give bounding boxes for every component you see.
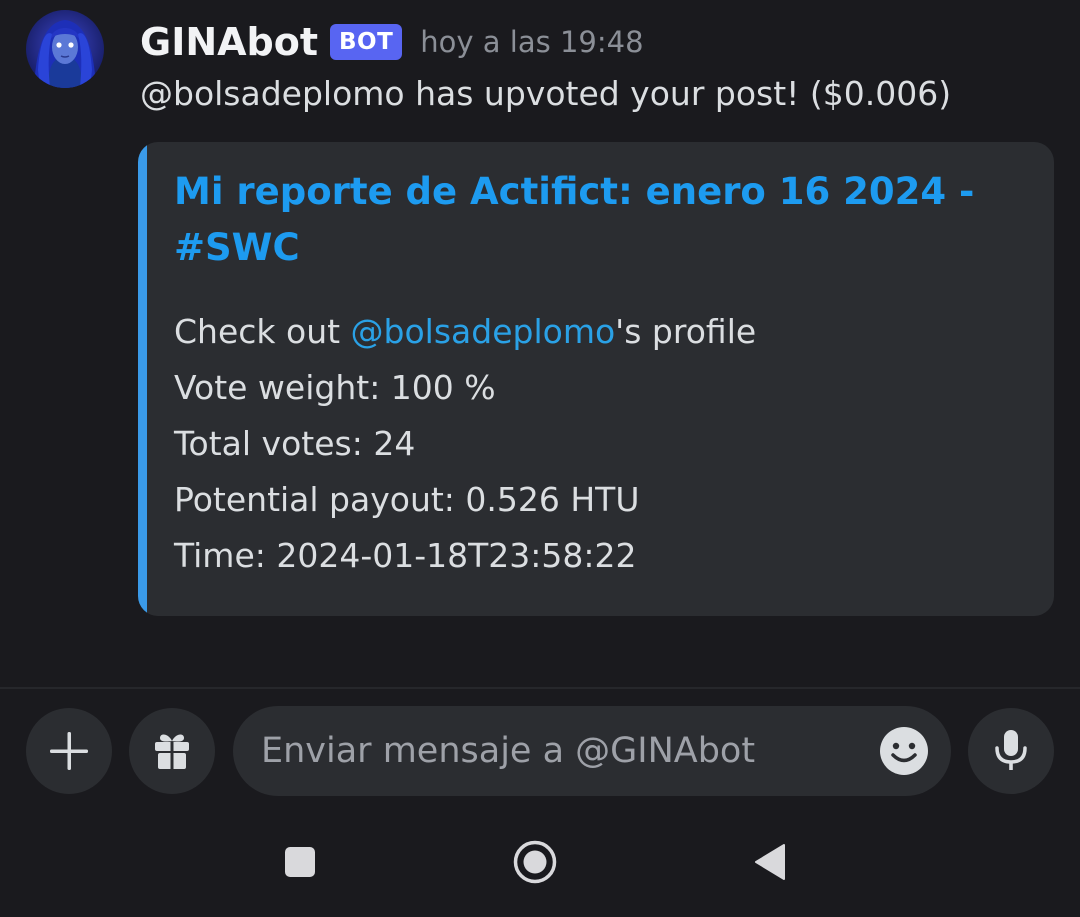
embed-total-votes: Total votes: 24 bbox=[174, 424, 416, 463]
author-name[interactable]: GINAbot bbox=[140, 20, 318, 64]
avatar-image bbox=[26, 10, 104, 88]
chat-screen: GINAbot BOT hoy a las 19:48 @bolsadeplom… bbox=[0, 0, 1080, 917]
bot-badge: BOT bbox=[330, 24, 403, 60]
back-triangle-icon bbox=[755, 844, 785, 880]
embed-accent-bar bbox=[138, 142, 147, 616]
embed-vote-weight: Vote weight: 100 % bbox=[174, 368, 496, 407]
message-text: @bolsadeplomo has upvoted your post! ($0… bbox=[140, 74, 952, 113]
gift-icon bbox=[155, 734, 189, 769]
profile-mention-link[interactable]: @bolsadeplomo bbox=[351, 312, 616, 351]
message-embed: Mi reporte de Actifict: enero 16 2024 - … bbox=[138, 142, 1054, 616]
embed-potential-payout: Potential payout: 0.526 HTU bbox=[174, 480, 640, 519]
message-input[interactable] bbox=[261, 706, 861, 796]
emoji-icon bbox=[880, 727, 928, 775]
composer-divider bbox=[0, 687, 1080, 689]
gift-button[interactable] bbox=[129, 708, 215, 794]
message-header: GINAbot BOT hoy a las 19:48 bbox=[140, 14, 644, 70]
add-attachment-button[interactable] bbox=[26, 708, 112, 794]
profile-prefix: Check out bbox=[174, 312, 351, 351]
message-timestamp: hoy a las 19:48 bbox=[420, 25, 644, 59]
embed-time: Time: 2024-01-18T23:58:22 bbox=[174, 536, 637, 575]
home-button[interactable] bbox=[505, 832, 565, 892]
embed-title-link[interactable]: Mi reporte de Actifict: enero 16 2024 - … bbox=[174, 164, 1004, 276]
embed-description: Check out @bolsadeplomo's profile Vote w… bbox=[174, 304, 756, 584]
embed-profile-line: Check out @bolsadeplomo's profile bbox=[174, 304, 756, 360]
recents-square-icon bbox=[285, 847, 315, 877]
profile-suffix: 's profile bbox=[615, 312, 757, 351]
microphone-icon bbox=[995, 730, 1027, 770]
home-circle-icon bbox=[513, 840, 557, 884]
recents-button[interactable] bbox=[270, 832, 330, 892]
voice-message-button[interactable] bbox=[968, 708, 1054, 794]
plus-icon bbox=[50, 732, 88, 770]
emoji-button[interactable] bbox=[879, 726, 929, 776]
back-button[interactable] bbox=[740, 832, 800, 892]
message-composer bbox=[233, 706, 951, 796]
bot-avatar[interactable] bbox=[26, 10, 104, 88]
